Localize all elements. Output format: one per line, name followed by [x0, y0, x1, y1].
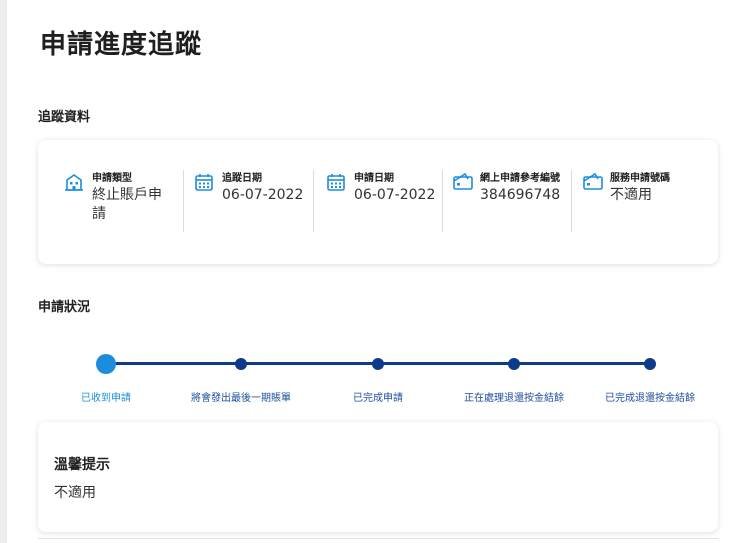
progress-step-dot-refund-completed [644, 358, 656, 370]
progress-step-label: 已完成申請 [353, 393, 403, 404]
progress-step-dot-completed [372, 358, 384, 370]
notice-value: 不適用 [54, 485, 96, 501]
status-section-title: 申請狀況 [38, 300, 91, 315]
next-card-edge [38, 538, 718, 543]
progress-step-label: 已完成退還按金結餘 [605, 393, 695, 404]
building-icon [64, 172, 84, 192]
info-value: 06-07-2022 [354, 187, 436, 203]
info-label: 申請日期 [354, 173, 394, 184]
info-value: 終止賬戶申請 [92, 187, 162, 222]
tracking-section-title: 追蹤資料 [38, 110, 91, 125]
info-divider [313, 170, 314, 232]
info-label: 服務申請號碼 [610, 173, 670, 184]
info-label: 申請類型 [92, 173, 132, 184]
calendar-icon [194, 172, 214, 192]
progress-step-label: 將會發出最後一期賬單 [191, 393, 291, 404]
info-divider [571, 170, 572, 232]
notice-card: 溫馨提示 不適用 [38, 422, 718, 532]
progress-step-dot-final-bill [235, 358, 247, 370]
status-progress-tracker: 已收到申請 將會發出最後一期賬單 已完成申請 正在處理退還按金結餘 已完成退還按… [38, 350, 718, 410]
application-progress-page: 申請進度追蹤 追蹤資料 申請類型 終止賬戶申請 追蹤日期 06-07-2022 … [38, 0, 718, 543]
progress-step-label: 已收到申請 [81, 393, 131, 404]
info-value: 384696748 [480, 187, 561, 203]
progress-step-label: 正在處理退還按金結餘 [464, 393, 564, 404]
tracking-info-card: 申請類型 終止賬戶申請 追蹤日期 06-07-2022 申請日期 06-07-2… [38, 140, 718, 264]
page-title: 申請進度追蹤 [40, 30, 203, 60]
info-value: 06-07-2022 [222, 187, 304, 203]
info-divider [442, 170, 443, 232]
info-value: 不適用 [610, 187, 652, 203]
progress-step-dot-received [96, 354, 116, 374]
ticket-icon [582, 172, 604, 192]
ticket-icon [452, 172, 474, 192]
info-label: 追蹤日期 [222, 173, 262, 184]
info-label: 網上申請參考編號 [480, 173, 560, 184]
notice-title: 溫馨提示 [54, 457, 110, 473]
progress-step-dot-processing-refund [508, 358, 520, 370]
calendar-icon [326, 172, 346, 192]
info-divider [183, 170, 184, 232]
left-edge-rule [0, 0, 7, 543]
